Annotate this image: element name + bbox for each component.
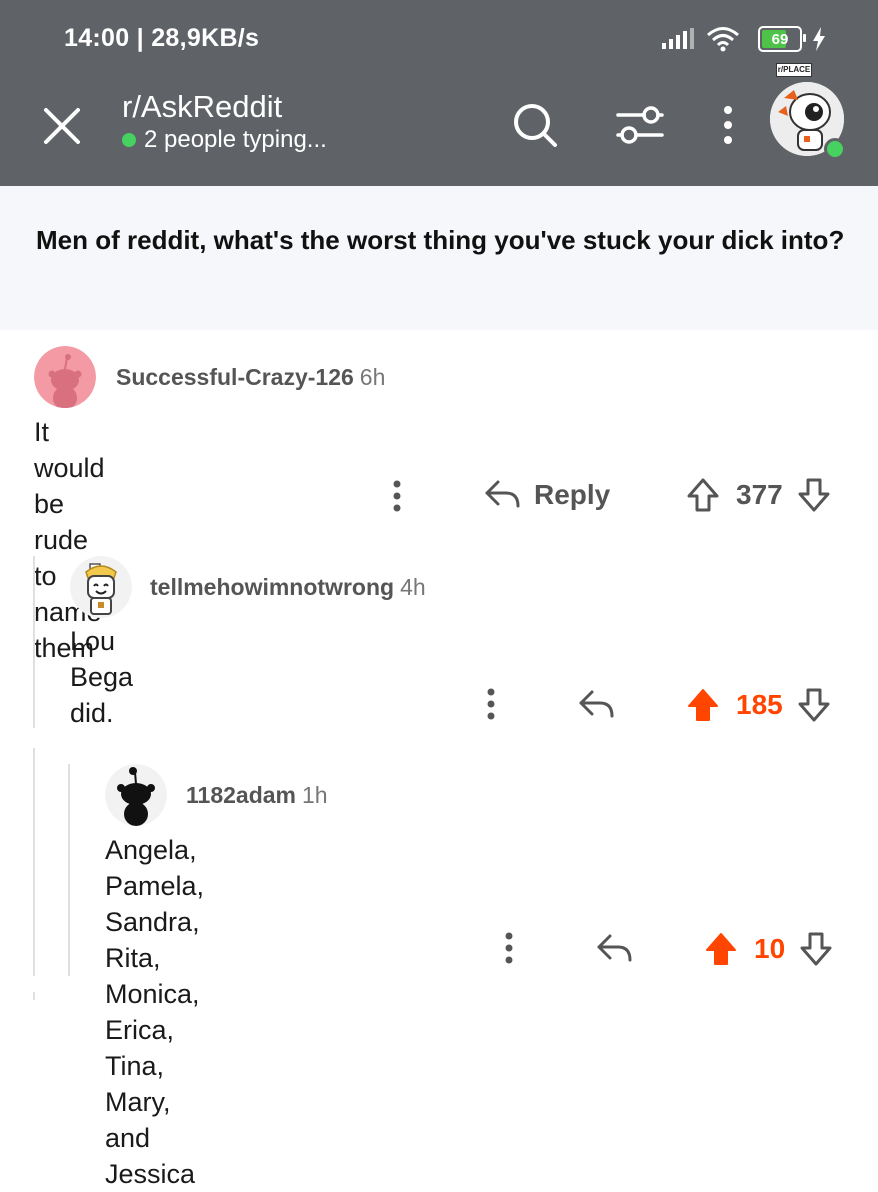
top-bar: 14:00 | 28,9KB/s 69 r/AskReddit 2 people… [0, 0, 878, 186]
comment-avatar[interactable] [34, 346, 96, 408]
thread-line[interactable] [68, 764, 70, 976]
snoo-avatar-icon [34, 346, 96, 408]
reply-icon [597, 934, 632, 962]
vote-count: 377 [736, 479, 783, 510]
downvote-icon[interactable] [795, 476, 833, 514]
thread-line[interactable] [33, 992, 35, 1000]
vote-controls: 10 [702, 930, 835, 968]
vote-count: 10 [754, 933, 786, 964]
comment-author[interactable]: Successful-Crazy-126 [116, 364, 354, 390]
typing-indicator: 2 people typing... [122, 126, 327, 154]
upvote-filled-icon[interactable] [684, 686, 722, 724]
upvote-filled-icon[interactable] [702, 930, 740, 968]
comment-author[interactable]: 1182adam [186, 782, 296, 808]
robot-avatar-icon [70, 556, 132, 618]
place-tag: r/PLACE [776, 63, 812, 77]
comment-meta: 1182adam 1h [186, 782, 328, 809]
vote-controls: 185 [684, 686, 833, 724]
comment-age: 4h [400, 574, 426, 600]
comment-body: Lou Bega did. [70, 626, 134, 728]
more-icon[interactable] [716, 102, 740, 148]
close-icon[interactable] [40, 104, 84, 148]
comment-age: 6h [359, 364, 386, 390]
signal-icon [662, 28, 694, 49]
downvote-icon[interactable] [795, 686, 833, 724]
more-icon [487, 688, 495, 720]
snoo-avatar-icon [105, 764, 167, 826]
subreddit-name[interactable]: r/AskReddit [122, 88, 327, 126]
vote-count: 185 [736, 689, 783, 720]
comment-body: Angela, Pamela, Sandra, Rita, Monica, Er… [105, 832, 204, 1192]
upvote-icon[interactable] [684, 476, 722, 514]
comment-meta: Successful-Crazy-126 6h [116, 364, 385, 391]
reply-icon [579, 690, 614, 718]
thread-line[interactable] [33, 748, 35, 976]
comment-avatar[interactable] [70, 556, 132, 618]
thread-line[interactable] [33, 556, 35, 728]
wifi-icon [707, 27, 739, 52]
comment-body-line: Mary, and Jessica [105, 1087, 196, 1189]
search-icon[interactable] [510, 100, 560, 150]
more-icon [393, 480, 401, 512]
online-dot-icon [122, 133, 136, 147]
status-time: 14:00 | 28,9KB/s [64, 24, 260, 52]
reply-button[interactable] [596, 932, 634, 966]
battery-level: 69 [771, 30, 789, 48]
comment-author[interactable]: tellmehowimnotwrong [150, 574, 394, 600]
online-status-icon [824, 138, 846, 160]
comment-more-button[interactable] [386, 478, 408, 514]
comment-body-line: Angela, Pamela, Sandra, Rita, Monica, Er… [105, 835, 205, 1081]
downvote-icon[interactable] [797, 930, 835, 968]
comment-meta: tellmehowimnotwrong 4h [150, 574, 426, 601]
charging-icon [813, 27, 825, 51]
battery-indicator: 69 [758, 26, 806, 52]
comment-age: 1h [301, 782, 328, 808]
filter-icon[interactable] [614, 102, 666, 148]
reply-button[interactable]: Reply [484, 478, 610, 512]
battery-cap [803, 34, 806, 42]
comment-more-button[interactable] [480, 686, 502, 722]
title-block[interactable]: r/AskReddit 2 people typing... [122, 88, 327, 154]
typing-text: 2 people typing... [144, 126, 327, 153]
status-icons: 69 [662, 22, 826, 56]
vote-controls: 377 [684, 476, 833, 514]
more-icon [505, 932, 513, 964]
reply-button[interactable] [578, 688, 616, 722]
reply-icon [485, 480, 520, 508]
post-title[interactable]: Men of reddit, what's the worst thing yo… [36, 218, 856, 262]
comment-avatar[interactable] [105, 764, 167, 826]
reply-label: Reply [534, 479, 611, 510]
comment-more-button[interactable] [498, 930, 520, 966]
